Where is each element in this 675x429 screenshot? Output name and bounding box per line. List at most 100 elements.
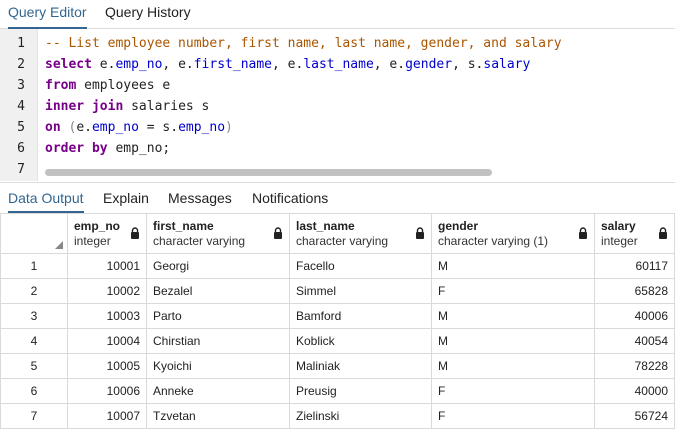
table-row[interactable]: 6 10006 Anneke Preusig F 40000 — [0, 378, 675, 404]
column-type: character varying — [153, 233, 246, 248]
sql-column: salary — [483, 57, 531, 72]
sql-text: = s. — [138, 120, 179, 135]
cell-last-name[interactable]: Koblick — [289, 328, 432, 354]
line-number: 4 — [17, 99, 25, 114]
sql-keyword: from — [45, 78, 77, 93]
cell-gender[interactable]: F — [431, 278, 595, 304]
tab-data-output[interactable]: Data Output — [8, 183, 84, 213]
sql-keyword: on — [45, 120, 61, 135]
cell-gender[interactable]: M — [431, 328, 595, 354]
cell-first-name[interactable]: Parto — [146, 303, 290, 329]
cell-salary[interactable]: 60117 — [594, 253, 675, 279]
code-line-1: -- List employee number, first name, las… — [45, 36, 562, 51]
cell-gender[interactable]: F — [431, 378, 595, 404]
editor-horizontal-scrollbar[interactable] — [45, 169, 492, 176]
sql-column: emp_no — [115, 57, 163, 72]
sql-column: first_name — [193, 57, 273, 72]
column-name: gender — [438, 218, 479, 233]
sql-text: salaries s — [123, 99, 210, 114]
lock-icon — [131, 227, 139, 239]
results-table: emp_no integer first_name character varyin… — [0, 213, 675, 429]
column-header-emp-no[interactable]: emp_no integer — [67, 213, 147, 254]
tab-notifications[interactable]: Notifications — [252, 183, 328, 211]
sql-text: , e. — [162, 57, 194, 72]
lock-icon — [579, 227, 587, 239]
tab-query-history[interactable]: Query History — [105, 0, 191, 27]
code-line-3: from employees e — [45, 78, 170, 93]
cell-gender[interactable]: F — [431, 403, 595, 429]
cell-emp-no[interactable]: 10001 — [67, 253, 147, 279]
lock-icon — [659, 227, 667, 239]
cell-first-name[interactable]: Georgi — [146, 253, 290, 279]
row-number-cell[interactable]: 3 — [0, 303, 68, 329]
sql-column: last_name — [303, 57, 374, 72]
cell-salary[interactable]: 65828 — [594, 278, 675, 304]
row-number-header[interactable] — [0, 213, 68, 254]
cell-last-name[interactable]: Maliniak — [289, 353, 432, 379]
lock-icon — [274, 227, 282, 239]
editor-tab-bar: Query Editor Query History — [0, 0, 675, 29]
sql-text: employees e — [76, 78, 171, 93]
cell-emp-no[interactable]: 10006 — [67, 378, 147, 404]
cell-salary[interactable]: 40000 — [594, 378, 675, 404]
cell-last-name[interactable]: Simmel — [289, 278, 432, 304]
tab-query-editor[interactable]: Query Editor — [8, 0, 87, 29]
column-header-salary[interactable]: salary integer — [594, 213, 675, 254]
cell-first-name[interactable]: Chirstian — [146, 328, 290, 354]
cell-first-name[interactable]: Bezalel — [146, 278, 290, 304]
line-number: 3 — [17, 78, 25, 93]
table-row[interactable]: 7 10007 Tzvetan Zielinski F 56724 — [0, 403, 675, 429]
cell-last-name[interactable]: Preusig — [289, 378, 432, 404]
row-number-cell[interactable]: 2 — [0, 278, 68, 304]
tab-explain[interactable]: Explain — [103, 183, 149, 211]
table-row[interactable]: 5 10005 Kyoichi Maliniak M 78228 — [0, 353, 675, 379]
table-row[interactable]: 1 10001 Georgi Facello M 60117 — [0, 253, 675, 279]
cell-gender[interactable]: M — [431, 353, 595, 379]
sql-text: e. — [76, 120, 92, 135]
cell-emp-no[interactable]: 10004 — [67, 328, 147, 354]
row-number-cell[interactable]: 5 — [0, 353, 68, 379]
cell-emp-no[interactable]: 10003 — [67, 303, 147, 329]
column-name: first_name — [153, 218, 214, 233]
cell-last-name[interactable]: Bamford — [289, 303, 432, 329]
line-number: 6 — [17, 141, 25, 156]
cell-last-name[interactable]: Zielinski — [289, 403, 432, 429]
cell-emp-no[interactable]: 10005 — [67, 353, 147, 379]
column-header-first-name[interactable]: first_name character varying — [146, 213, 290, 254]
table-row[interactable]: 4 10004 Chirstian Koblick M 40054 — [0, 328, 675, 354]
sql-column: gender — [405, 57, 453, 72]
sql-column: emp_no — [178, 120, 226, 135]
cell-first-name[interactable]: Kyoichi — [146, 353, 290, 379]
column-header-last-name[interactable]: last_name character varying — [289, 213, 432, 254]
select-all-icon — [55, 241, 63, 249]
cell-salary[interactable]: 78228 — [594, 353, 675, 379]
cell-salary[interactable]: 40006 — [594, 303, 675, 329]
sql-text: , s. — [452, 57, 484, 72]
cell-gender[interactable]: M — [431, 303, 595, 329]
code-line-6: order by emp_no; — [45, 141, 170, 156]
table-row[interactable]: 3 10003 Parto Bamford M 40006 — [0, 303, 675, 329]
tab-messages[interactable]: Messages — [168, 183, 232, 211]
sql-editor[interactable]: 1 2 3 4 5 6 7 -- List employee number, f… — [0, 29, 675, 181]
column-header-gender[interactable]: gender character varying (1) — [431, 213, 595, 254]
line-number: 7 — [17, 162, 25, 177]
cell-first-name[interactable]: Anneke — [146, 378, 290, 404]
cell-salary[interactable]: 56724 — [594, 403, 675, 429]
cell-emp-no[interactable]: 10002 — [67, 278, 147, 304]
sql-paren: ) — [225, 120, 233, 135]
row-number-cell[interactable]: 7 — [0, 403, 68, 429]
row-number-cell[interactable]: 1 — [0, 253, 68, 279]
cell-first-name[interactable]: Tzvetan — [146, 403, 290, 429]
sql-keyword: inner join — [45, 99, 124, 114]
table-row[interactable]: 2 10002 Bezalel Simmel F 65828 — [0, 278, 675, 304]
cell-gender[interactable]: M — [431, 253, 595, 279]
sql-keyword: select — [45, 57, 92, 72]
cell-emp-no[interactable]: 10007 — [67, 403, 147, 429]
code-line-2: select e.emp_no, e.first_name, e.last_na… — [45, 57, 530, 72]
header-row: emp_no integer first_name character varyin… — [0, 213, 675, 254]
row-number-cell[interactable]: 6 — [0, 378, 68, 404]
cell-last-name[interactable]: Facello — [289, 253, 432, 279]
data-output-grid: emp_no integer first_name character varyin… — [0, 213, 675, 429]
cell-salary[interactable]: 40054 — [594, 328, 675, 354]
row-number-cell[interactable]: 4 — [0, 328, 68, 354]
